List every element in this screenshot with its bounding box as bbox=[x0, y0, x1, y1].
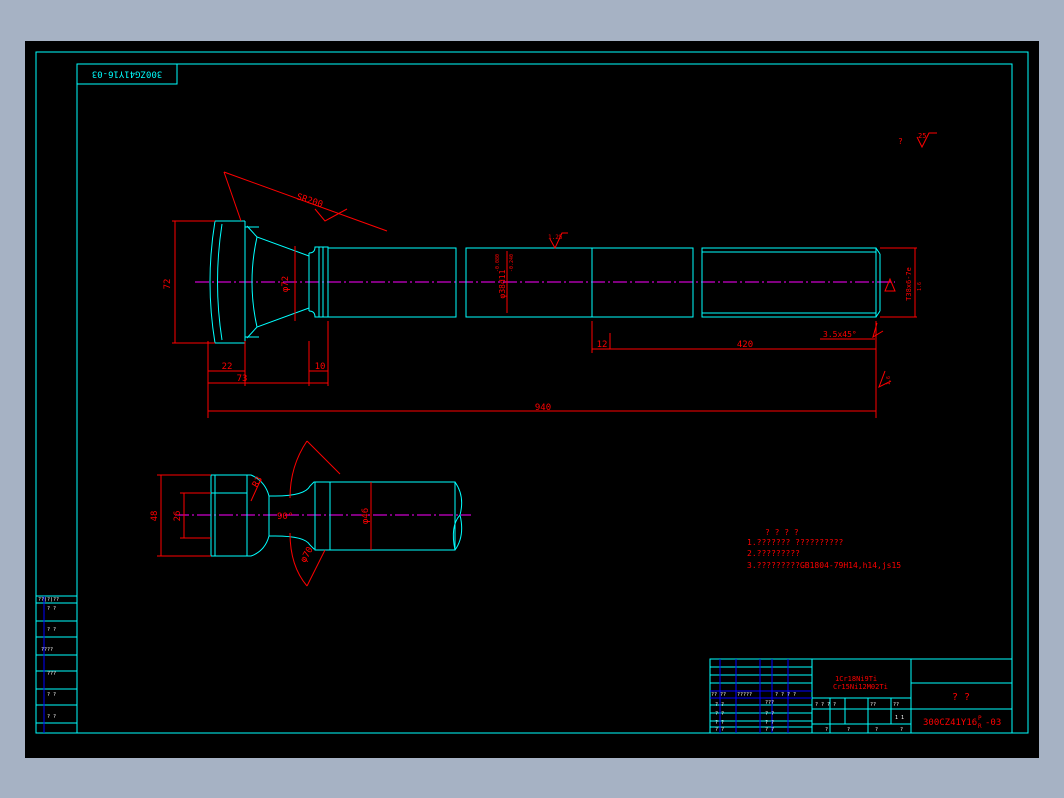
drawing-code: 300CZ41Y16 bbox=[923, 718, 977, 728]
dim-48: 48 bbox=[150, 511, 160, 522]
dim-phi38: φ38d11 bbox=[498, 269, 507, 298]
note-3: 3.?????????GB1804-79H14,h14,js15 bbox=[747, 561, 901, 570]
tb-label-3: ? ? ? ? bbox=[775, 692, 796, 698]
dim-sr200: SR200 bbox=[295, 192, 324, 210]
rough-small-a: 1.6 bbox=[886, 376, 892, 385]
dim-940: 940 bbox=[535, 403, 551, 413]
dim-10: 10 bbox=[315, 362, 326, 372]
cad-drawing: 300ZG41Y16-03 ? 25 SR200 72 φ72 22 73 10… bbox=[35, 51, 1029, 734]
tb-label-6: ?? bbox=[870, 702, 876, 708]
tb-label-5: ? ? ? ? bbox=[815, 702, 836, 708]
dim-phi72: φ72 bbox=[281, 276, 291, 292]
tb-label-8: ? ? bbox=[715, 702, 724, 708]
technical-notes: ? ? ? ? 1.??????? ?????????? 2.?????????… bbox=[747, 528, 901, 570]
tb-label-17: ? bbox=[847, 727, 850, 733]
dim-phi46: φ46 bbox=[361, 508, 371, 524]
inner-frame bbox=[76, 63, 1013, 734]
dim-tol-lower: -0.240 bbox=[509, 254, 515, 272]
drawing-code-suffix-top: P bbox=[978, 715, 982, 722]
left-panel-row-3: ? ? bbox=[47, 627, 56, 633]
detail-dimensions bbox=[157, 440, 372, 587]
material-line-1: 1Cr18Ni9Ti bbox=[835, 675, 877, 683]
left-panel-row-1: ??(?)?? bbox=[38, 597, 59, 603]
roughness-general-value: 25 bbox=[918, 132, 926, 140]
dim-73: 73 bbox=[237, 374, 248, 384]
tb-label-16: ? bbox=[825, 727, 828, 733]
left-panel-row-6: ? ? bbox=[47, 692, 56, 698]
main-dim-text: SR200 72 φ72 22 73 10 940 12 420 3.5x45°… bbox=[163, 192, 923, 413]
dim-chamfer: 3.5x45° bbox=[823, 330, 857, 339]
tb-label-14: ? ? bbox=[765, 727, 774, 733]
rough-small-b: 1.6 bbox=[917, 282, 923, 291]
part-name: ? ? bbox=[952, 692, 970, 703]
tb-label-11: ? ? bbox=[715, 727, 724, 733]
dim-r3: R3 bbox=[251, 475, 265, 489]
tb-label-13: ? ? bbox=[765, 720, 774, 726]
tb-label-2: ????? bbox=[737, 692, 752, 698]
dim-72: 72 bbox=[163, 279, 173, 290]
dim-thread: T38x6-7e bbox=[905, 267, 913, 301]
shaft-segment-1 bbox=[327, 247, 457, 318]
tb-label-1: ?? ?? bbox=[711, 692, 726, 698]
tb-label-9: ? ? bbox=[715, 711, 724, 717]
tb-label-12: ? ? bbox=[765, 711, 774, 717]
roughness-prefix: ? bbox=[898, 137, 903, 146]
tb-label-10: ? ? bbox=[715, 720, 724, 726]
drawing-sheet: 300ZG41Y16-03 ? 25 SR200 72 φ72 22 73 10… bbox=[25, 41, 1039, 758]
notes-title: ? ? ? ? bbox=[765, 528, 799, 537]
note-1: 1.??????? ?????????? bbox=[747, 538, 844, 547]
main-part bbox=[195, 220, 895, 344]
drawing-code-suffix-bottom: R bbox=[978, 723, 982, 730]
dim-26: 26 bbox=[173, 511, 183, 522]
tb-label-7: ?? bbox=[893, 702, 899, 708]
dim-12: 12 bbox=[597, 340, 608, 350]
dim-22: 22 bbox=[222, 362, 233, 372]
detail-view bbox=[175, 474, 471, 557]
code-box-text: 300ZG41Y16-03 bbox=[92, 69, 162, 79]
left-panel: ??(?)?? ? ? ? ? ???? ??? ? ? ? ? bbox=[35, 595, 78, 734]
material-line-2: Cr15Ni12M02Ti bbox=[833, 683, 888, 691]
outer-frame bbox=[35, 51, 1029, 734]
left-panel-row-2: ? ? bbox=[47, 606, 56, 612]
dim-90deg: 90° bbox=[277, 512, 293, 522]
tb-label-4: ??? bbox=[765, 700, 774, 706]
tb-label-18: ? bbox=[875, 727, 878, 733]
left-panel-row-4: ???? bbox=[41, 647, 53, 653]
main-dimensions bbox=[172, 171, 917, 418]
left-panel-row-7: ? ? bbox=[47, 714, 56, 720]
drawing-code-dash: -03 bbox=[985, 718, 1001, 728]
note-2: 2.????????? bbox=[747, 549, 800, 558]
left-panel-row-5: ??? bbox=[47, 671, 56, 677]
dim-tol-upper: -0.080 bbox=[495, 254, 501, 272]
tb-label-15: 1 1 bbox=[895, 715, 904, 721]
rough-main: 1.25 bbox=[548, 234, 563, 241]
dim-420: 420 bbox=[737, 340, 753, 350]
tb-label-19: ? bbox=[900, 727, 903, 733]
title-block: ?? ?? ????? ? ? ? ? ??? ? ? ? ? ?? ?? ? … bbox=[709, 658, 1013, 734]
